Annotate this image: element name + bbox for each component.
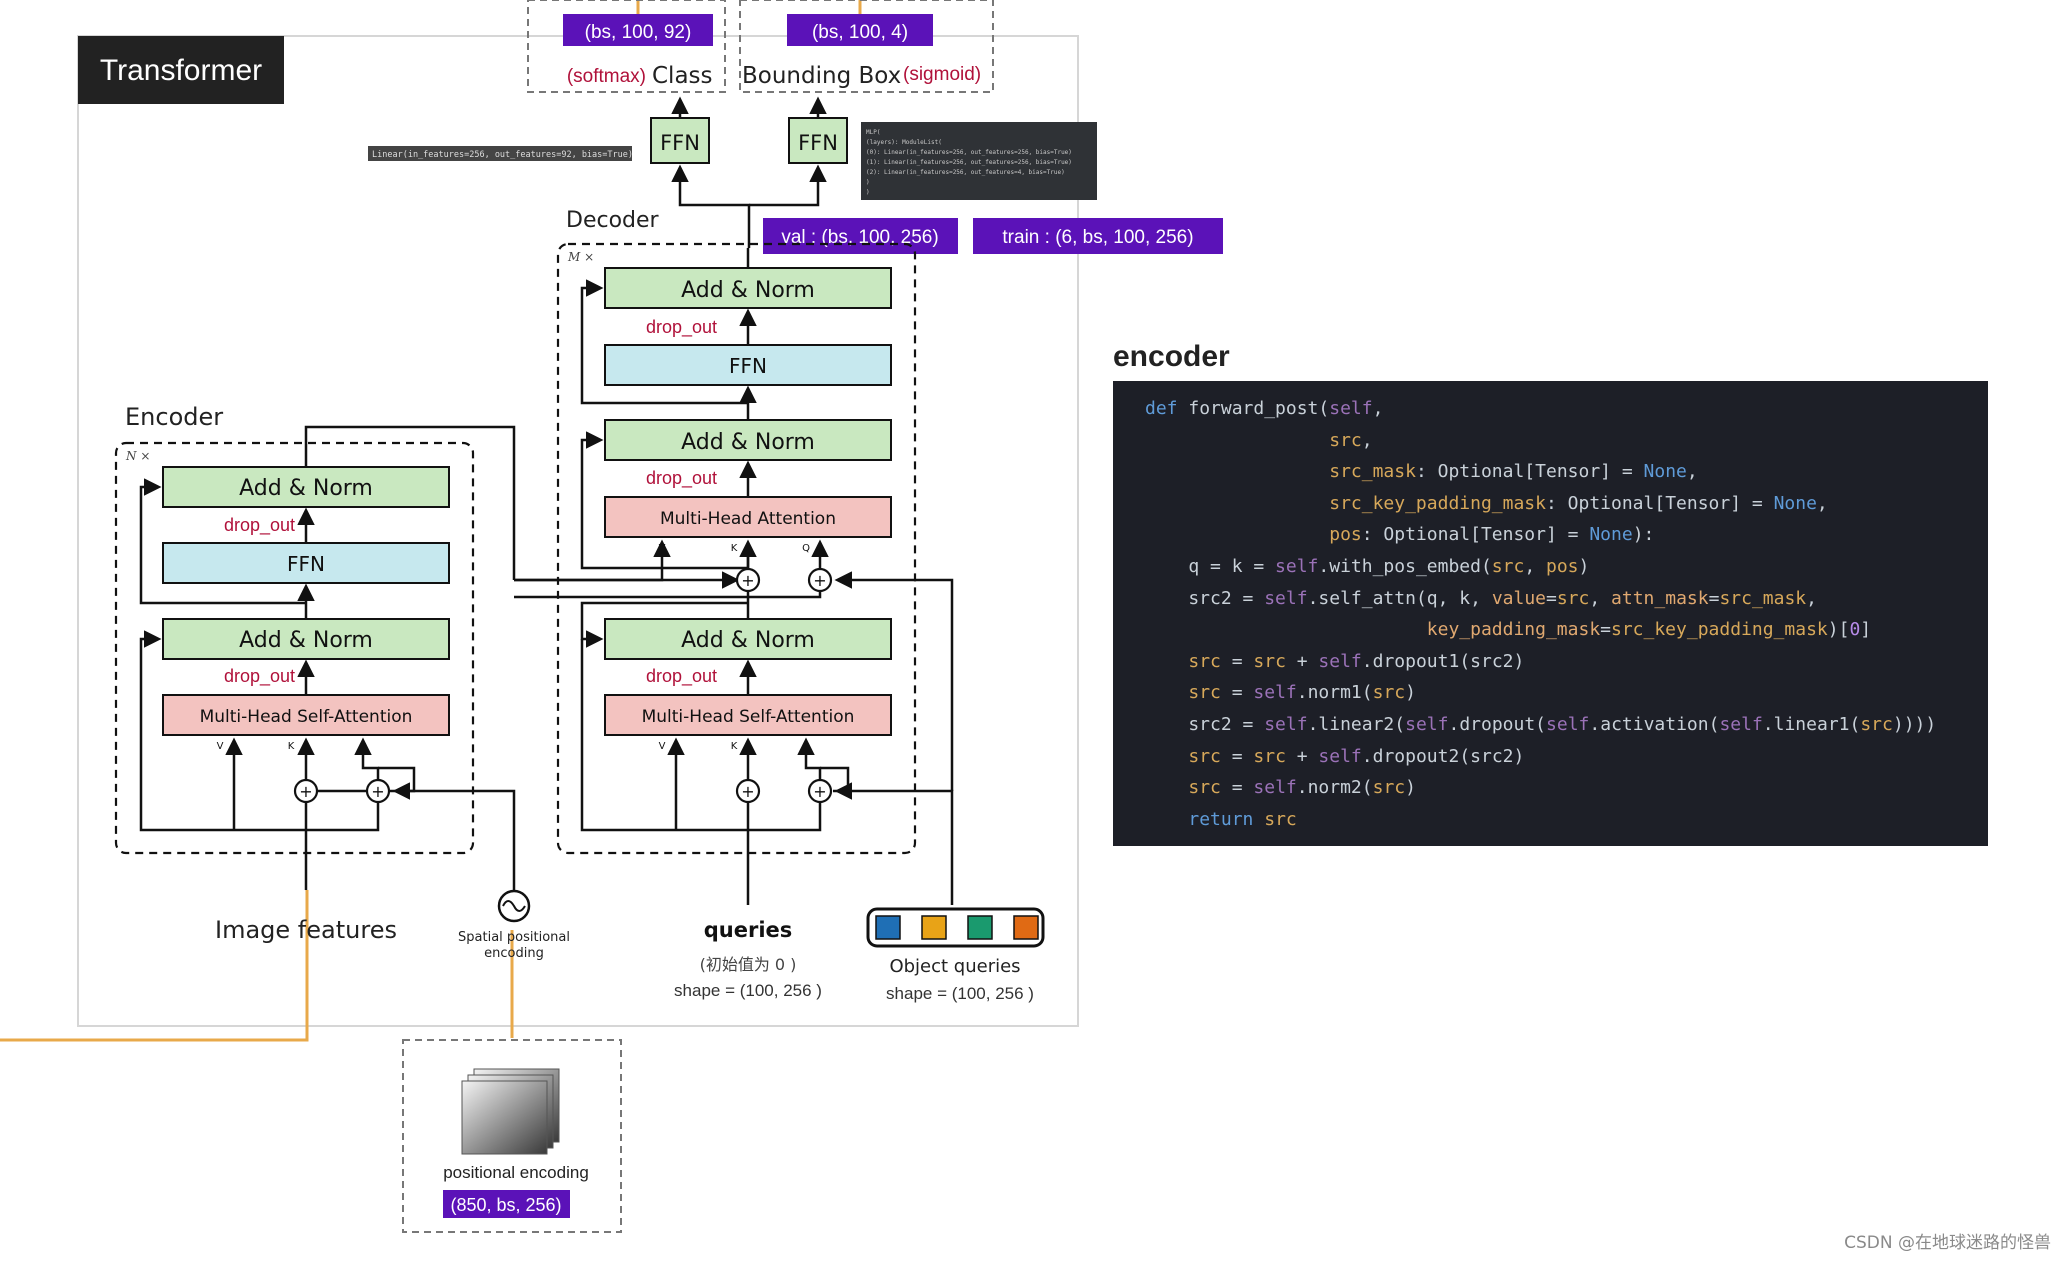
svg-text:+: +: [813, 571, 826, 590]
object-query-square: [921, 915, 947, 940]
decoder-cross-k-label: K: [731, 543, 738, 554]
decoder-ffn-label: FFN: [729, 354, 767, 378]
softmax-label: (softmax): [567, 66, 646, 87]
code-line: src,: [1329, 429, 1373, 451]
decoder-add-norm-2-label: Add & Norm: [681, 430, 815, 455]
encoder-v-label: V: [217, 741, 224, 752]
positional-encoding-label: positional encoding: [443, 1163, 589, 1182]
positional-encoding-icon: [461, 1080, 548, 1155]
mlp-tooltip-line: ): [866, 189, 870, 196]
encoder-ffn-label: FFN: [287, 552, 325, 576]
code-line: src = self.norm2(src): [1188, 777, 1416, 799]
svg-text:+: +: [371, 782, 384, 801]
encoder-drop-out-1: drop_out: [224, 515, 295, 536]
decoder-self-k-label: K: [731, 741, 738, 752]
spatial-encoding-label-1: Spatial positional: [458, 930, 570, 945]
code-line: src_key_padding_mask: Optional[Tensor] =…: [1329, 492, 1828, 514]
mlp-tooltip-line: (2): Linear(in_features=256, out_feature…: [866, 169, 1065, 176]
mlp-tooltip-line: (1): Linear(in_features=256, out_feature…: [866, 159, 1072, 166]
decoder-cross-attention-label: Multi-Head Attention: [660, 509, 836, 529]
train-shape-text: train : (6, bs, 100, 256): [1002, 227, 1193, 248]
class-shape-text: (bs, 100, 92): [585, 22, 692, 43]
image-features-label: Image features: [215, 916, 397, 944]
decoder-add-norm-1-label: Add & Norm: [681, 278, 815, 303]
queries-shape-label: shape = (100, 256 ): [674, 981, 822, 1000]
object-queries-label: Object queries: [889, 956, 1020, 977]
encoder-k-label: K: [288, 741, 295, 752]
code-title: encoder: [1113, 340, 1230, 373]
code-line: src = src + self.dropout1(src2): [1188, 650, 1525, 672]
svg-text:+: +: [741, 571, 754, 590]
code-line: src = self.norm1(src): [1188, 682, 1416, 704]
code-line: return src: [1188, 808, 1297, 830]
code-line: def forward_post(self,: [1145, 398, 1384, 419]
object-query-square: [1013, 915, 1039, 940]
code-line: src2 = self.linear2(self.dropout(self.ac…: [1145, 714, 1937, 735]
encoder-add-norm-top-label: Add & Norm: [239, 476, 373, 501]
object-queries-shape-label: shape = (100, 256 ): [886, 984, 1034, 1003]
code-panel: def forward_post(self, src, src_mask: Op…: [1113, 381, 1988, 846]
mlp-tooltip-line: ): [866, 179, 870, 186]
svg-text:+: +: [299, 782, 312, 801]
ffn-class-head-label: FFN: [660, 131, 700, 155]
queries-init-label: (初始值为 0 ): [700, 955, 797, 974]
code-line: src_mask: Optional[Tensor] = None,: [1329, 461, 1698, 483]
decoder-self-attention-label: Multi-Head Self-Attention: [642, 707, 855, 727]
spatial-encoding-label-2: encoding: [484, 946, 544, 961]
decoder-repeat: M ×: [567, 250, 594, 264]
code-line: src = src + self.dropout2(src2): [1188, 745, 1525, 767]
positional-shape-text: (850, bs, 256): [450, 1195, 561, 1215]
encoder-label: Encoder: [125, 403, 223, 431]
code-line: key_padding_mask=src_key_padding_mask)[0…: [1426, 619, 1872, 641]
object-query-square: [875, 915, 901, 940]
code-line: q = k = self.with_pos_embed(src, pos): [1145, 556, 1590, 577]
decoder-drop-out-2: drop_out: [646, 468, 717, 489]
val-shape-text: val : (bs, 100, 256): [781, 227, 938, 248]
bbox-label: Bounding Box: [742, 63, 901, 89]
svg-text:+: +: [813, 782, 826, 801]
decoder-cross-q-label: Q: [802, 543, 810, 554]
class-label: Class: [652, 63, 713, 89]
ffn-bbox-head-label: FFN: [798, 131, 838, 155]
decoder-drop-out-3: drop_out: [646, 666, 717, 687]
queries-label: queries: [704, 918, 793, 942]
mlp-tooltip-line: (0): Linear(in_features=256, out_feature…: [866, 149, 1072, 156]
object-query-square: [967, 915, 993, 940]
sigmoid-label: (sigmoid): [903, 64, 981, 85]
decoder-self-v-label: V: [659, 741, 666, 752]
decoder-drop-out-1: drop_out: [646, 317, 717, 338]
watermark: CSDN @在地球迷路的怪兽: [1844, 1233, 2051, 1253]
diagram-title: Transformer: [100, 54, 262, 87]
mlp-tooltip-line: MLP(: [866, 129, 880, 136]
encoder-self-attention-label: Multi-Head Self-Attention: [200, 707, 413, 727]
code-line: src2 = self.self_attn(q, k, value=src, a…: [1145, 587, 1817, 609]
decoder-label: Decoder: [566, 208, 660, 233]
encoder-drop-out-2: drop_out: [224, 666, 295, 687]
linear-tooltip-text: Linear(in_features=256, out_features=92,…: [372, 150, 633, 160]
code-line: pos: Optional[Tensor] = None):: [1329, 524, 1655, 546]
svg-text:+: +: [741, 782, 754, 801]
encoder-repeat: N ×: [125, 449, 150, 463]
decoder-add-norm-3-label: Add & Norm: [681, 628, 815, 653]
mlp-tooltip-line: (layers): ModuleList(: [866, 139, 942, 146]
encoder-add-norm-bottom-label: Add & Norm: [239, 628, 373, 653]
bbox-shape-text: (bs, 100, 4): [812, 22, 908, 43]
